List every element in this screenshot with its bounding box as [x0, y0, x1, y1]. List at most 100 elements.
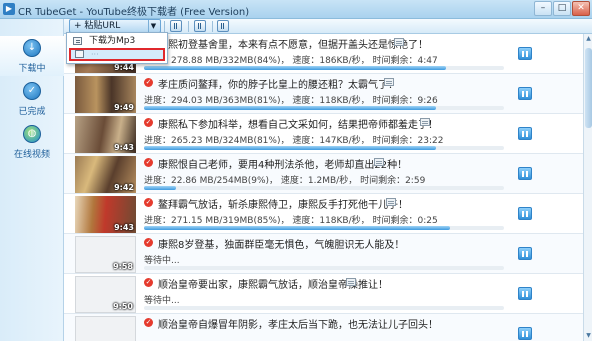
video-thumbnail: 9:43 — [75, 116, 136, 153]
scroll-down-icon[interactable]: ▼ — [584, 331, 592, 341]
list-item[interactable]: 9:49 ✓ 孝庄质问鳌拜，你的脖子比皇上的腰还粗？太霸气了！ 进度：294.0… — [64, 74, 583, 114]
download-stats: 进度：271.15 MB/319MB(85%)， 速度：118KB/秒， 时间剩… — [144, 213, 438, 226]
speed-text: 速度：186KB/秒 — [292, 56, 361, 66]
progress-bar — [144, 306, 504, 310]
window-controls: – □ ✕ — [534, 1, 590, 16]
remaining-text: 时间剩余：0:25 — [372, 216, 438, 226]
pause-download-icon[interactable] — [518, 247, 532, 260]
video-thumbnail-placeholder — [75, 316, 136, 341]
pause-download-icon[interactable] — [518, 127, 532, 140]
pause-download-icon[interactable] — [518, 87, 532, 100]
status-icon: ✓ — [144, 158, 153, 167]
video-thumbnail-placeholder: 9:58 — [75, 236, 136, 273]
download-stats: 进度：265.23 MB/324MB(81%)， 速度：147KB/秒， 时间剩… — [144, 133, 443, 146]
list-item[interactable]: ✓ 顺治皇帝自爆冒年阴影，孝庄太后当下跪，也无法让儿子回头！ — [64, 314, 583, 341]
waiting-text: 等待中... — [144, 296, 180, 306]
info-icon[interactable] — [374, 158, 384, 166]
status-icon: ✓ — [144, 238, 153, 247]
maximize-icon[interactable]: □ — [553, 1, 571, 16]
duration-label: 9:44 — [114, 63, 134, 72]
video-thumbnail: 9:49 — [75, 76, 136, 113]
list-item[interactable]: 9:50 ✓ 顺治皇帝要出家，康熙霸气放话，顺治皇帝操推让！ 等待中... — [64, 274, 583, 314]
sidebar-item-label: 在线视频 — [13, 150, 50, 160]
duration-label: 9:58 — [113, 262, 133, 271]
progress-text: 进度：265.23 MB/324MB(81%) — [144, 136, 281, 146]
info-icon[interactable] — [346, 278, 356, 286]
scroll-up-icon[interactable]: ▲ — [584, 34, 592, 44]
video-title: 鳌拜霸气放话，斩杀康熙侍卫，康熙反手打死他干儿子！ — [158, 200, 408, 211]
speed-text: 速度：1.2MB/秒 — [280, 176, 349, 186]
settings-icon[interactable] — [194, 20, 206, 32]
sidebar-item-label: 已完成 — [18, 107, 46, 117]
chevron-down-icon[interactable]: ▼ — [148, 20, 158, 32]
progress-bar — [144, 106, 504, 110]
duration-label: 9:49 — [114, 103, 134, 112]
pause-all-icon[interactable] — [170, 20, 182, 32]
pause-download-icon[interactable] — [518, 167, 532, 180]
speed-text: 速度：118KB/秒 — [292, 96, 361, 106]
menu-item-label: 下载为Mp3 — [89, 36, 136, 46]
window-title: CR TubeGet - YouTube终极下载者 (Free Version) — [18, 7, 250, 18]
list-item[interactable]: 9:43 ✓ 鳌拜霸气放话，斩杀康熙侍卫，康熙反手打死他干儿子！ 进度：271.… — [64, 194, 583, 234]
video-title: 孝庄质问鳌拜，你的脖子比皇上的腰还粗？太霸气了！ — [158, 80, 398, 91]
video-title: 康熙恨自己老师，要用4种刑法杀他，老师却直出22种！ — [158, 160, 408, 171]
remaining-text: 时间剩余：2:59 — [360, 176, 426, 186]
document-icon — [73, 37, 82, 45]
close-icon[interactable]: ✕ — [572, 1, 590, 16]
pause-icon[interactable] — [217, 20, 229, 32]
scrollbar[interactable]: ▲ ▼ — [583, 34, 592, 341]
info-icon[interactable] — [394, 38, 404, 46]
progress-bar — [144, 226, 504, 230]
status-icon: ✓ — [144, 78, 153, 87]
progress-bar — [144, 146, 504, 150]
sidebar-item-downloading[interactable]: ↓ 下载中 — [0, 36, 64, 76]
scrollbar-thumb[interactable] — [585, 48, 592, 128]
checkmark-icon: ✓ — [23, 82, 41, 100]
menu-item-highlighted[interactable]: ··· — [69, 48, 165, 61]
speed-text: 速度：118KB/秒 — [292, 216, 361, 226]
download-stats: 进度：294.03 MB/363MB(81%)， 速度：118KB/秒， 时间剩… — [144, 93, 438, 106]
sidebar-item-completed[interactable]: ✓ 已完成 — [0, 79, 64, 119]
paste-url-label: + 粘贴URL — [74, 21, 121, 31]
pause-download-icon[interactable] — [518, 327, 532, 340]
toolbar-divider — [212, 21, 213, 32]
waiting-text: 等待中... — [144, 256, 180, 266]
video-thumbnail-placeholder: 9:50 — [75, 276, 136, 313]
sidebar-item-label: 下载中 — [18, 64, 46, 74]
list-item[interactable]: 9:43 ✓ 康熙私下参加科举，想看自己文采如何，结果把帝师都羞走了！ 进度：2… — [64, 114, 583, 154]
status-icon: ✓ — [144, 318, 153, 327]
minimize-icon[interactable]: – — [534, 1, 552, 16]
download-stats: 等待中... — [144, 253, 180, 266]
list-item[interactable]: 9:58 ✓ 康熙8岁登基，独面群臣毫无惧色，气魄胆识无人能及！ 等待中... — [64, 234, 583, 274]
info-icon[interactable] — [384, 78, 394, 86]
list-item[interactable]: 9:42 ✓ 康熙恨自己老师，要用4种刑法杀他，老师却直出22种！ 进度：22.… — [64, 154, 583, 194]
remaining-text: 时间剩余：23:22 — [372, 136, 444, 146]
toolbar-divider — [188, 21, 189, 32]
info-icon[interactable] — [420, 118, 430, 126]
remaining-text: 时间剩余：4:47 — [372, 56, 438, 66]
pause-download-icon[interactable] — [518, 47, 532, 60]
menu-item-download-mp3[interactable]: 下载为Mp3 — [69, 35, 165, 48]
menu-item-label: ··· — [91, 50, 99, 59]
duration-label: 9:43 — [114, 143, 134, 152]
toolbar-divider — [164, 21, 165, 32]
globe-icon: ◍ — [23, 125, 41, 143]
download-stats: 等待中... — [144, 293, 180, 306]
document-icon — [75, 50, 84, 58]
duration-label: 9:50 — [113, 302, 133, 311]
video-thumbnail: 9:43 — [75, 196, 136, 233]
video-title: 康熙8岁登基，独面群臣毫无惧色，气魄胆识无人能及！ — [158, 240, 405, 251]
sidebar-item-online-video[interactable]: ◍ 在线视频 — [0, 122, 64, 162]
info-icon[interactable] — [386, 198, 396, 206]
video-title: 康熙私下参加科举，想看自己文采如何，结果把帝师都羞走了！ — [158, 120, 438, 131]
speed-text: 速度：147KB/秒 — [292, 136, 361, 146]
download-stats: 进度：22.86 MB/254MB(9%)， 速度：1.2MB/秒， 时间剩余：… — [144, 173, 425, 186]
paste-url-button[interactable]: + 粘贴URL ▼ — [69, 19, 161, 33]
progress-bar — [144, 186, 504, 190]
pause-download-icon[interactable] — [518, 287, 532, 300]
status-icon: ✓ — [144, 118, 153, 127]
duration-label: 9:43 — [114, 223, 134, 232]
pause-download-icon[interactable] — [518, 207, 532, 220]
title-bar: ▶ CR TubeGet - YouTube终极下载者 (Free Versio… — [0, 0, 592, 19]
progress-text: 进度：22.86 MB/254MB(9%) — [144, 176, 270, 186]
